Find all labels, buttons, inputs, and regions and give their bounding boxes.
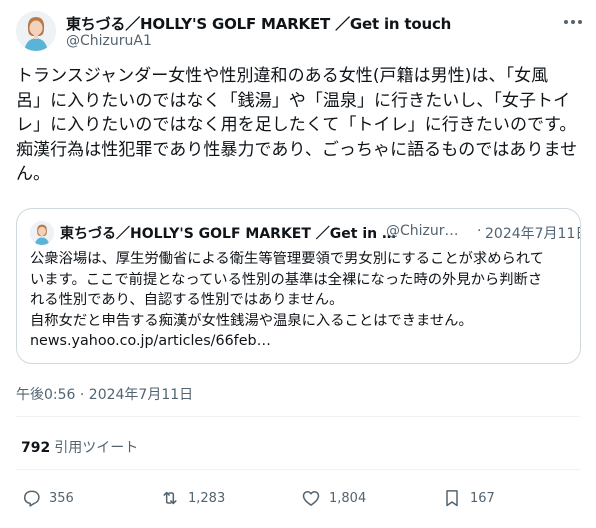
divider [16, 469, 580, 470]
quoted-tweet-text: 公衆浴場は、厚生労働省による衛生等管理要領で男女別にすることが求められて います… [30, 251, 544, 349]
bookmark-icon [446, 490, 458, 507]
reply-button[interactable]: 356 [21, 487, 74, 509]
reply-icon [24, 490, 40, 507]
retweet-icon [163, 491, 177, 505]
like-count: 1,804 [329, 490, 367, 506]
quote-tweets-label: 引用ツイート [54, 440, 139, 456]
quoted-date: 2024年7月11日 [485, 226, 581, 242]
author-avatar[interactable] [16, 11, 56, 51]
tweet-container: 東ちづる／HOLLY'S GOLF MARKET ／Get in touch @… [0, 0, 596, 528]
author-name[interactable]: 東ちづる／HOLLY'S GOLF MARKET ／Get in touch [66, 13, 451, 34]
retweet-button[interactable]: 1,283 [160, 487, 225, 509]
bookmark-count: 167 [470, 490, 495, 506]
divider [16, 416, 580, 417]
reply-count: 356 [49, 490, 74, 506]
retweet-count: 1,283 [188, 490, 226, 506]
quoted-author-avatar [30, 221, 54, 245]
tweet-timestamp[interactable]: 午後0:56 · 2024年7月11日 [16, 384, 193, 404]
quoted-separator: · [477, 223, 482, 239]
quote-tweets-link[interactable]: 792 引用ツイート [21, 437, 138, 457]
quoted-author-handle: @Chizur… [386, 223, 459, 239]
more-icon[interactable] [560, 12, 586, 32]
like-button[interactable]: 1,804 [301, 487, 366, 509]
bookmark-button[interactable]: 167 [442, 487, 495, 509]
quote-tweets-count: 792 [21, 440, 51, 456]
quoted-tweet-card[interactable]: 東ちづる／HOLLY'S GOLF MARKET ／Get in … @Chiz… [16, 208, 581, 364]
tweet-text: トランスジャンダー女性や性別違和のある女性(戸籍は男性)は、「女風 呂」に入りた… [16, 66, 578, 184]
quoted-author-name: 東ちづる／HOLLY'S GOLF MARKET ／Get in … [60, 226, 396, 242]
heart-icon [302, 491, 320, 506]
author-handle[interactable]: @ChizuruA1 [66, 33, 152, 49]
